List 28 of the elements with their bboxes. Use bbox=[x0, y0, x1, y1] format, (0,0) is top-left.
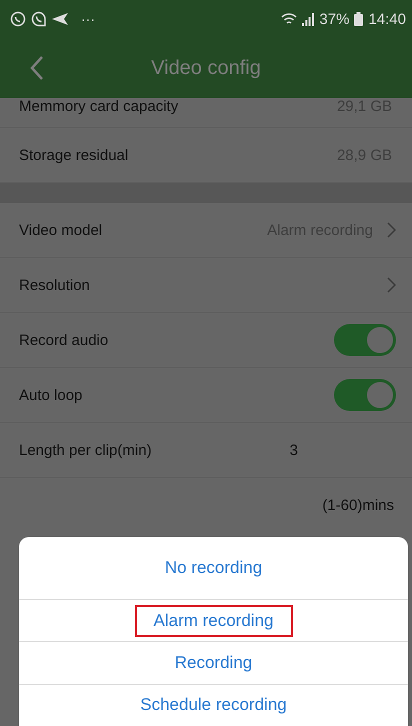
toggle-switch[interactable] bbox=[334, 324, 396, 356]
row-label: Record audio bbox=[19, 332, 110, 348]
clip-length-value: 3 bbox=[290, 442, 298, 458]
wifi-icon bbox=[281, 12, 298, 26]
phone-chat-icon bbox=[31, 11, 47, 27]
toggle-switch[interactable] bbox=[334, 379, 396, 411]
battery-percent: 37% bbox=[319, 10, 350, 28]
row-label: Auto loop bbox=[19, 386, 84, 404]
chevron-icon bbox=[387, 277, 396, 293]
row-label: Length per clip(min) bbox=[19, 442, 153, 458]
clock-time: 14:40 bbox=[368, 10, 406, 28]
row-label: Video model bbox=[19, 222, 104, 238]
sheet-option[interactable]: Schedule recording bbox=[121, 689, 306, 722]
sheet-option[interactable]: Alarm recording bbox=[134, 604, 292, 637]
row-label: Resolution bbox=[19, 276, 91, 294]
screen-title: Video config bbox=[151, 56, 261, 80]
battery-icon bbox=[354, 12, 364, 26]
row-label: Memmory card capacity bbox=[19, 98, 180, 115]
signal-icon bbox=[302, 12, 314, 26]
row-label: Storage residual bbox=[19, 146, 130, 164]
chat-icon bbox=[10, 11, 26, 27]
sheet-option[interactable]: Recording bbox=[156, 646, 272, 679]
chevron-icon bbox=[387, 222, 396, 238]
sheet-option[interactable]: No recording bbox=[146, 552, 282, 584]
back-icon bbox=[30, 55, 44, 81]
range-hint: (1-60)mins bbox=[322, 497, 394, 514]
send-icon bbox=[52, 13, 68, 25]
more-notifications: ··· bbox=[81, 11, 95, 27]
